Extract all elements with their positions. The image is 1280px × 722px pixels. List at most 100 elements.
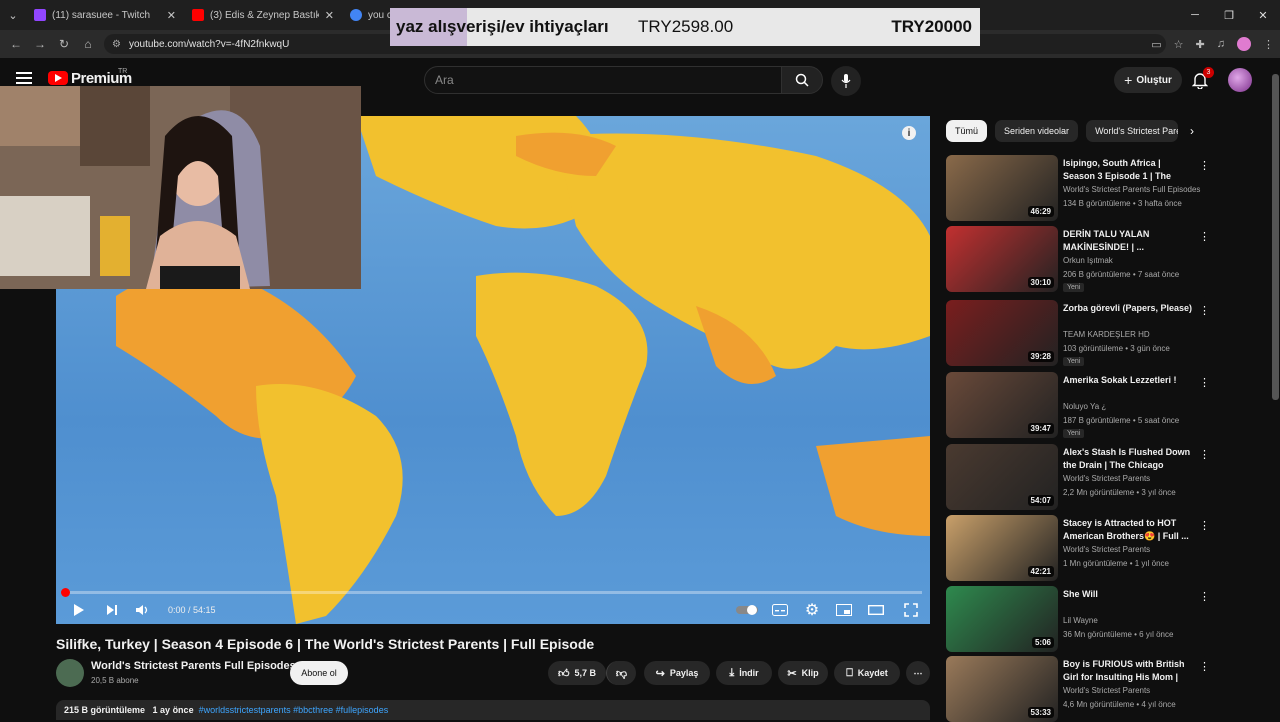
youtube-favicon-icon: [192, 9, 204, 21]
subscribe-button[interactable]: Abone ol: [290, 661, 348, 685]
media-icon[interactable]: ♫: [1217, 38, 1225, 50]
restore-icon[interactable]: ❐: [1212, 0, 1246, 30]
voice-search-button[interactable]: [831, 66, 861, 96]
reload-icon[interactable]: ↻: [52, 37, 76, 51]
browser-tab-youtube[interactable]: (3) Edis & Zeynep Bastık - Yatak ✕: [184, 0, 342, 30]
related-video-item[interactable]: 46:29 Isipingo, South Africa | Season 3 E…: [946, 155, 1210, 221]
related-video-title[interactable]: DERİN TALU YALAN MAKİNESİNDE! | ...: [1063, 228, 1193, 254]
save-button[interactable]: ⎕ Kaydet: [834, 661, 900, 685]
close-tab-icon[interactable]: ✕: [167, 9, 176, 22]
more-options-icon[interactable]: ⋮: [1199, 660, 1210, 673]
url-text: youtube.com/watch?v=-4fN2fnkwqU: [128, 38, 290, 50]
extensions-icon[interactable]: ✚: [1196, 38, 1205, 51]
more-menu-icon[interactable]: ⋮: [1263, 38, 1274, 51]
chip-all[interactable]: Tümü: [946, 120, 988, 142]
more-actions-button[interactable]: ⋯: [906, 661, 930, 685]
dislike-button[interactable]: 👎︎: [606, 661, 636, 685]
bookmark-star-icon[interactable]: ☆: [1174, 38, 1184, 51]
more-options-icon[interactable]: ⋮: [1199, 376, 1210, 389]
forward-icon[interactable]: →: [28, 37, 52, 51]
miniplayer-button[interactable]: [828, 596, 860, 624]
hashtags[interactable]: #worldsstrictestparents #bbcthree #fulle…: [199, 705, 389, 715]
related-video-channel[interactable]: Lil Wayne: [1063, 616, 1098, 625]
video-thumbnail[interactable]: 54:07: [946, 444, 1058, 510]
scrollbar-thumb[interactable]: [1272, 74, 1279, 400]
channel-avatar[interactable]: [56, 659, 84, 687]
autoplay-toggle[interactable]: [732, 596, 764, 624]
channel-name[interactable]: World's Strictest Parents Full Episodes: [91, 660, 296, 672]
more-options-icon[interactable]: ⋮: [1199, 230, 1210, 243]
video-thumbnail[interactable]: 5:06: [946, 586, 1058, 652]
subtitles-button[interactable]: [764, 596, 796, 624]
minimize-icon[interactable]: ─: [1178, 0, 1212, 30]
browser-tab-twitch[interactable]: (11) sarasuee - Twitch ✕: [26, 0, 184, 30]
site-info-icon[interactable]: ⚙: [112, 39, 121, 50]
share-button[interactable]: ↪ Paylaş: [644, 661, 710, 685]
next-video-button[interactable]: [102, 596, 122, 624]
play-button[interactable]: [56, 596, 102, 624]
info-icon[interactable]: i: [902, 126, 916, 140]
video-thumbnail[interactable]: 53:33: [946, 656, 1058, 722]
more-options-icon[interactable]: ⋮: [1199, 304, 1210, 317]
youtube-logo-icon[interactable]: [48, 71, 68, 85]
hamburger-menu-icon[interactable]: [16, 72, 32, 84]
related-video-channel[interactable]: TEAM KARDEŞLER HD: [1063, 330, 1150, 339]
related-video-channel[interactable]: World's Strictest Parents: [1063, 545, 1150, 554]
chips-next-chevron-icon[interactable]: ›: [1190, 124, 1194, 138]
related-video-item[interactable]: 54:07 Alex's Stash Is Flushed Down the Dr…: [946, 444, 1210, 510]
related-video-title[interactable]: Boy is FURIOUS with British Girl for Ins…: [1063, 658, 1193, 684]
account-avatar[interactable]: [1228, 68, 1252, 92]
related-video-title[interactable]: Zorba görevli (Papers, Please): [1063, 302, 1193, 315]
related-video-item[interactable]: 39:47 Amerika Sokak Lezzetleri ! Noluyo Ya…: [946, 372, 1210, 438]
theater-mode-button[interactable]: [860, 596, 892, 624]
back-icon[interactable]: ←: [4, 37, 28, 51]
clip-button[interactable]: ✂ Klip: [778, 661, 828, 685]
related-video-item[interactable]: 5:06 She Will Lil Wayne 36 Mn görüntüleme •…: [946, 586, 1210, 652]
close-window-icon[interactable]: ✕: [1246, 0, 1280, 30]
window-controls: ─ ❐ ✕: [1178, 0, 1280, 30]
related-video-channel[interactable]: Orkun Işıtmak: [1063, 256, 1113, 265]
search-button[interactable]: [781, 66, 823, 94]
related-video-item[interactable]: 42:21 Stacey is Attracted to HOT American…: [946, 515, 1210, 581]
close-tab-icon[interactable]: ✕: [325, 9, 334, 22]
video-thumbnail[interactable]: 30:10: [946, 226, 1058, 292]
related-video-title[interactable]: Amerika Sokak Lezzetleri !: [1063, 374, 1193, 387]
related-video-title[interactable]: She Will: [1063, 588, 1193, 601]
video-description[interactable]: 215 B görüntüleme 1 ay önce #worldsstric…: [56, 700, 930, 720]
related-video-title[interactable]: Alex's Stash Is Flushed Down the Drain |…: [1063, 446, 1193, 472]
more-options-icon[interactable]: ⋮: [1199, 519, 1210, 532]
tab-search-chevron-icon[interactable]: ⌄: [0, 0, 26, 30]
chip-from-series[interactable]: Seriden videolar: [995, 120, 1079, 142]
more-options-icon[interactable]: ⋮: [1199, 159, 1210, 172]
related-video-title[interactable]: Isipingo, South Africa | Season 3 Episod…: [1063, 157, 1193, 183]
video-thumbnail[interactable]: 39:28: [946, 300, 1058, 366]
related-video-item[interactable]: 39:28 Zorba görevli (Papers, Please) TEAM …: [946, 300, 1210, 366]
more-options-icon[interactable]: ⋮: [1199, 590, 1210, 603]
related-video-channel[interactable]: World's Strictest Parents: [1063, 686, 1150, 695]
related-video-item[interactable]: 53:33 Boy is FURIOUS with British Girl fo…: [946, 656, 1210, 722]
profile-avatar[interactable]: [1237, 37, 1251, 51]
home-icon[interactable]: ⌂: [76, 37, 100, 51]
video-progress-bar[interactable]: [61, 588, 922, 597]
download-button[interactable]: ⤓ İndir: [716, 661, 772, 685]
chip-channel[interactable]: World's Strictest Parents: [1086, 120, 1179, 142]
video-thumbnail[interactable]: 46:29: [946, 155, 1058, 221]
video-thumbnail[interactable]: 39:47: [946, 372, 1058, 438]
gear-icon: ⚙: [804, 602, 820, 619]
fullscreen-button[interactable]: [892, 596, 930, 624]
cast-icon[interactable]: ▭: [1151, 38, 1161, 51]
bookmark-icon: ⎕: [846, 666, 853, 679]
search-input[interactable]: Ara: [424, 66, 782, 94]
related-video-item[interactable]: 30:10 DERİN TALU YALAN MAKİNESİNDE! | ...…: [946, 226, 1210, 292]
related-video-title[interactable]: Stacey is Attracted to HOT American Brot…: [1063, 517, 1193, 543]
create-button[interactable]: + Oluştur: [1114, 67, 1182, 93]
settings-button[interactable]: ⚙: [796, 596, 828, 624]
related-video-channel[interactable]: Noluyo Ya ¿: [1063, 402, 1106, 411]
volume-button[interactable]: [122, 596, 162, 624]
related-video-channel[interactable]: World's Strictest Parents Full Episodes: [1063, 185, 1200, 194]
related-video-channel[interactable]: World's Strictest Parents: [1063, 474, 1150, 483]
like-button[interactable]: 👍︎ 5,7 B: [548, 661, 606, 685]
page-scrollbar[interactable]: [1271, 58, 1280, 720]
more-options-icon[interactable]: ⋮: [1199, 448, 1210, 461]
video-thumbnail[interactable]: 42:21: [946, 515, 1058, 581]
